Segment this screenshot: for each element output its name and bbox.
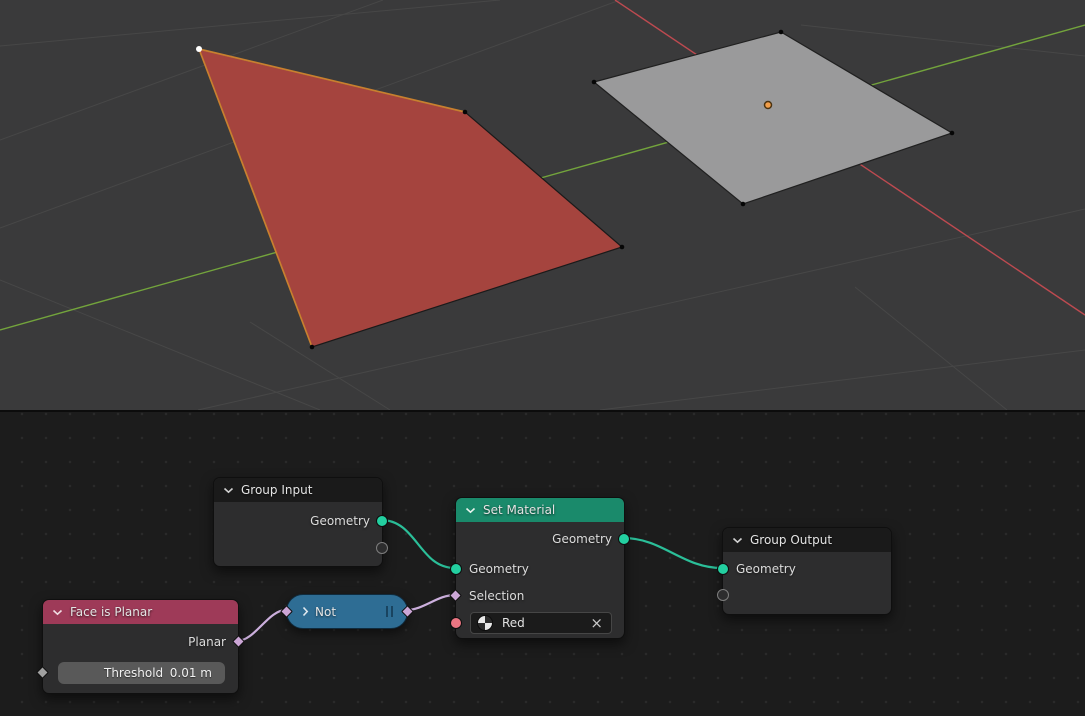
threshold-input-socket[interactable] xyxy=(36,666,49,679)
set-material-node[interactable]: Set Material Geometry Geometry Selection… xyxy=(455,497,625,639)
threshold-field[interactable]: Threshold 0.01 m xyxy=(58,662,225,684)
set-material-header[interactable]: Set Material xyxy=(456,498,624,522)
node-title: Group Input xyxy=(241,483,312,497)
group-input-node[interactable]: Group Input Geometry xyxy=(213,477,383,567)
selection-input-label: Selection xyxy=(456,586,624,606)
grid-line xyxy=(801,25,1085,56)
material-sphere-icon xyxy=(477,615,493,631)
node-title: Not xyxy=(315,605,336,619)
clear-material-icon[interactable]: × xyxy=(590,616,603,631)
geometry-output-socket[interactable] xyxy=(376,515,388,527)
blender-window: Group Input Geometry Set Material Geomet… xyxy=(0,0,1085,716)
object-origin-point[interactable] xyxy=(765,102,772,109)
geometry-input-label: Geometry xyxy=(456,559,624,579)
node-title: Group Output xyxy=(750,533,832,547)
geometry-output-label: Geometry xyxy=(456,529,624,549)
chevron-down-icon[interactable] xyxy=(732,537,743,544)
boolean-input-socket[interactable] xyxy=(280,605,293,618)
threshold-value: 0.01 m xyxy=(170,666,212,680)
vertex[interactable] xyxy=(310,345,315,350)
geometry-output-label: Geometry xyxy=(214,511,382,531)
node-title: Face is Planar xyxy=(70,605,152,619)
chevron-down-icon[interactable] xyxy=(223,487,234,494)
vertex[interactable] xyxy=(592,80,597,85)
vertex[interactable] xyxy=(950,131,955,136)
material-name: Red xyxy=(502,616,525,630)
material-select-field[interactable]: Red × xyxy=(470,612,612,634)
virtual-input-socket[interactable] xyxy=(717,589,729,601)
node-link-not-to-selection xyxy=(406,595,455,610)
grid-line xyxy=(600,350,1085,410)
grid-line xyxy=(0,0,500,46)
grid-line xyxy=(0,280,320,410)
threshold-label: Threshold xyxy=(104,666,163,680)
vertex[interactable] xyxy=(779,30,784,35)
white-face[interactable] xyxy=(594,32,952,204)
not-node[interactable]: Not xyxy=(286,594,408,629)
chevron-down-icon[interactable] xyxy=(52,609,63,616)
3d-viewport[interactable] xyxy=(0,0,1085,410)
vertex[interactable] xyxy=(463,110,468,115)
selected-vertex[interactable] xyxy=(196,46,202,52)
geometry-input-label: Geometry xyxy=(723,559,891,579)
chevron-down-icon[interactable] xyxy=(465,507,476,514)
viewport-canvas[interactable] xyxy=(0,0,1085,410)
node-link-planar-to-not xyxy=(237,610,286,641)
geometry-input-socket[interactable] xyxy=(450,563,462,575)
virtual-output-socket[interactable] xyxy=(376,542,388,554)
group-output-header[interactable]: Group Output xyxy=(723,528,891,552)
planar-output-label: Planar xyxy=(43,632,238,652)
geometry-input-socket[interactable] xyxy=(717,563,729,575)
boolean-output-socket[interactable] xyxy=(401,605,414,618)
chevron-right-icon[interactable] xyxy=(302,606,309,617)
y-axis-line xyxy=(0,25,1085,330)
hidden-sockets-icon xyxy=(386,606,393,617)
geometry-output-socket[interactable] xyxy=(618,533,630,545)
face-is-planar-node[interactable]: Face is Planar Planar Threshold 0.01 m xyxy=(42,599,239,694)
face-is-planar-header[interactable]: Face is Planar xyxy=(43,600,238,624)
grid-line xyxy=(855,287,1007,410)
material-input-socket[interactable] xyxy=(450,617,462,629)
red-face[interactable] xyxy=(199,49,622,347)
vertex[interactable] xyxy=(741,202,746,207)
geometry-node-editor[interactable]: Group Input Geometry Set Material Geomet… xyxy=(0,410,1085,716)
node-title: Set Material xyxy=(483,503,555,517)
group-input-header[interactable]: Group Input xyxy=(214,478,382,502)
group-output-node[interactable]: Group Output Geometry xyxy=(722,527,892,615)
node-link-group-input-to-set-material xyxy=(381,520,455,568)
vertex[interactable] xyxy=(620,245,625,250)
node-link-set-material-to-group-output xyxy=(623,538,722,568)
